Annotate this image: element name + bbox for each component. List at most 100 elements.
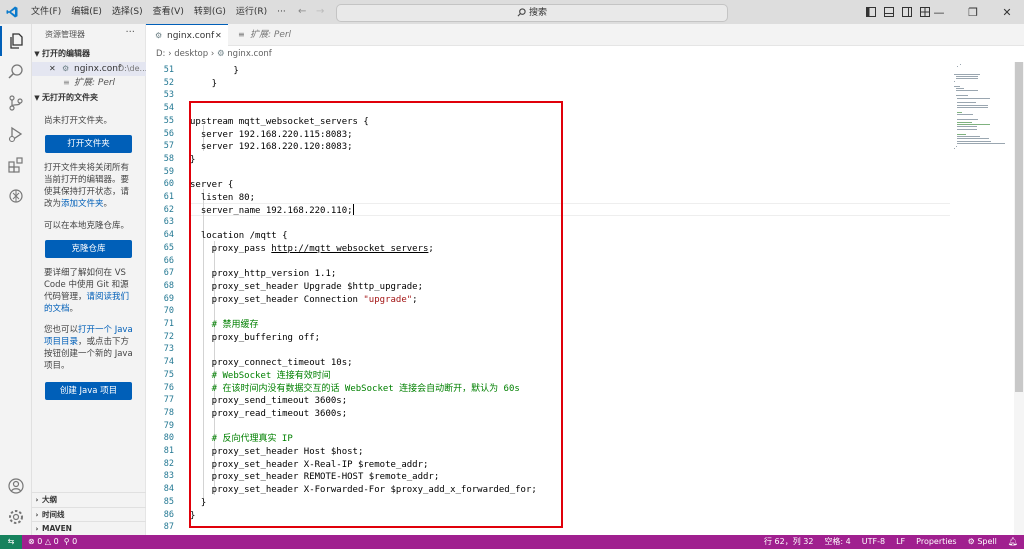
timeline-section[interactable]: › 时间线	[32, 507, 146, 521]
ports-status[interactable]: ⚲ 0	[64, 535, 78, 549]
toggle-primary-sidebar-icon[interactable]	[862, 0, 880, 24]
maven-section[interactable]: › MAVEN	[32, 521, 146, 535]
menu-view[interactable]: 查看(V)	[148, 0, 189, 24]
tab-label: nginx.conf	[167, 31, 215, 41]
line-number: 87	[163, 522, 174, 533]
account-icon[interactable]	[0, 471, 32, 501]
breadcrumb-drive[interactable]: D:	[156, 49, 165, 59]
line-number: 79	[163, 420, 174, 431]
encoding[interactable]: UTF-8	[862, 535, 885, 549]
line-number: 53	[163, 90, 174, 101]
chatgpt-icon[interactable]	[0, 181, 32, 211]
end-of-line[interactable]: LF	[896, 535, 905, 549]
open-folder-button[interactable]: 打开文件夹	[45, 135, 132, 153]
minimap-line	[957, 124, 990, 125]
search-view-icon[interactable]	[0, 57, 32, 87]
extensions-icon[interactable]	[0, 150, 32, 180]
minimap-line	[957, 104, 989, 106]
gear-file-icon: ⚙	[62, 64, 70, 73]
minimap-line	[957, 128, 978, 130]
explorer-title: 资源管理器	[45, 30, 85, 39]
minimap-line	[954, 85, 961, 87]
remote-indicator[interactable]: ⇆	[0, 535, 22, 549]
close-editor-icon[interactable]: ✕	[49, 62, 56, 76]
menu-edit[interactable]: 编辑(E)	[66, 0, 107, 24]
menu-more[interactable]: ···	[272, 0, 291, 24]
toggle-secondary-sidebar-icon[interactable]	[898, 0, 916, 24]
explorer-sidebar: 资源管理器 ··· ▼ 打开的编辑器 ✕ ⚙ nginx.conf D:\de..…	[32, 24, 146, 535]
minimap-line	[957, 136, 980, 137]
line-number: 80	[163, 433, 174, 444]
close-hint-suffix: 。	[103, 199, 113, 209]
settings-gear-icon[interactable]	[0, 502, 32, 532]
spell-check-status[interactable]: ⚙ Spell	[968, 535, 997, 549]
line-number: 64	[163, 230, 174, 241]
scrollbar-thumb[interactable]	[1015, 62, 1023, 392]
line-number: 66	[163, 255, 174, 266]
language-mode[interactable]: Properties	[916, 535, 956, 549]
line-number: 70	[163, 306, 174, 317]
vscode-logo-icon	[6, 6, 18, 18]
open-editor-item-nginx[interactable]: ✕ ⚙ nginx.conf D:\de...	[32, 62, 146, 76]
menu-file[interactable]: 文件(F)	[26, 0, 66, 24]
ports-count: 0	[72, 537, 78, 546]
open-editor-name: 扩展: Perl	[74, 78, 116, 88]
line-number: 71	[163, 319, 174, 329]
minimap-line	[954, 148, 955, 149]
cursor-position[interactable]: 行 62，列 32	[764, 535, 813, 549]
clone-repo-button[interactable]: 克隆仓库	[45, 240, 132, 258]
line-number: 83	[163, 471, 174, 482]
line-number: 55	[163, 115, 174, 126]
notifications-bell-icon[interactable]: 🔔︎	[1008, 535, 1018, 549]
minimap-line	[955, 78, 978, 80]
minimap-line	[957, 107, 988, 109]
source-control-icon[interactable]	[0, 88, 32, 118]
minimap-line	[957, 121, 972, 123]
problems-status[interactable]: ⊗ 0 △ 0	[28, 535, 59, 549]
create-java-project-button[interactable]: 创建 Java 项目	[45, 382, 132, 400]
maximize-icon[interactable]: ❐	[956, 0, 990, 24]
tab-perl-extension[interactable]: ≡ 扩展: Perl	[228, 24, 300, 46]
explorer-more-actions[interactable]: ···	[125, 27, 135, 38]
minimap-line	[954, 73, 981, 75]
minimap-line	[957, 143, 1006, 145]
line-number: 69	[163, 293, 174, 304]
menu-run[interactable]: 运行(R)	[231, 0, 272, 24]
command-center-search[interactable]: 搜索	[336, 4, 728, 22]
minimize-icon[interactable]: —	[922, 0, 956, 24]
run-debug-icon[interactable]	[0, 119, 32, 149]
search-icon	[517, 8, 526, 17]
minimap-line	[955, 90, 978, 92]
line-number: 51	[163, 65, 174, 75]
minimap-line	[957, 119, 978, 121]
toggle-panel-icon[interactable]	[880, 0, 898, 24]
timeline-label: 时间线	[42, 510, 65, 519]
close-window-icon[interactable]: ✕	[990, 0, 1024, 24]
code-line: }	[190, 65, 238, 78]
maven-label: MAVEN	[42, 524, 72, 533]
open-editor-item-perl[interactable]: ≡ 扩展: Perl	[32, 76, 146, 90]
minimap-line	[957, 114, 974, 116]
line-number: 72	[163, 331, 174, 342]
indentation[interactable]: 空格: 4	[824, 535, 850, 549]
tab-label: 扩展: Perl	[250, 30, 292, 40]
line-number: 65	[163, 242, 174, 253]
breadcrumb-file[interactable]: nginx.conf	[227, 49, 272, 59]
breadcrumb-folder[interactable]: desktop	[174, 49, 208, 59]
nav-forward-icon[interactable]: →	[316, 6, 324, 17]
minimap[interactable]	[954, 62, 1010, 162]
title-bar: 文件(F) 编辑(E) 选择(S) 查看(V) 转到(G) 运行(R) ··· …	[0, 0, 1024, 24]
open-editors-header[interactable]: ▼ 打开的编辑器	[32, 47, 146, 61]
add-folder-link[interactable]: 添加文件夹	[61, 199, 104, 209]
minimap-line	[957, 97, 990, 99]
editor-tabs: ⚙ nginx.conf ✕ ≡ 扩展: Perl	[146, 24, 1024, 46]
tab-nginx-conf[interactable]: ⚙ nginx.conf ✕	[146, 24, 228, 46]
outline-section[interactable]: › 大纲	[32, 492, 146, 506]
close-tab-icon[interactable]: ✕	[215, 25, 222, 47]
menu-go[interactable]: 转到(G)	[189, 0, 231, 24]
breadcrumb: D: › desktop › ⚙ nginx.conf	[156, 46, 272, 62]
menu-selection[interactable]: 选择(S)	[107, 0, 148, 24]
explorer-icon[interactable]	[0, 26, 32, 56]
nav-back-icon[interactable]: ←	[298, 6, 306, 17]
no-folder-header[interactable]: ▼ 无打开的文件夹	[32, 91, 146, 105]
